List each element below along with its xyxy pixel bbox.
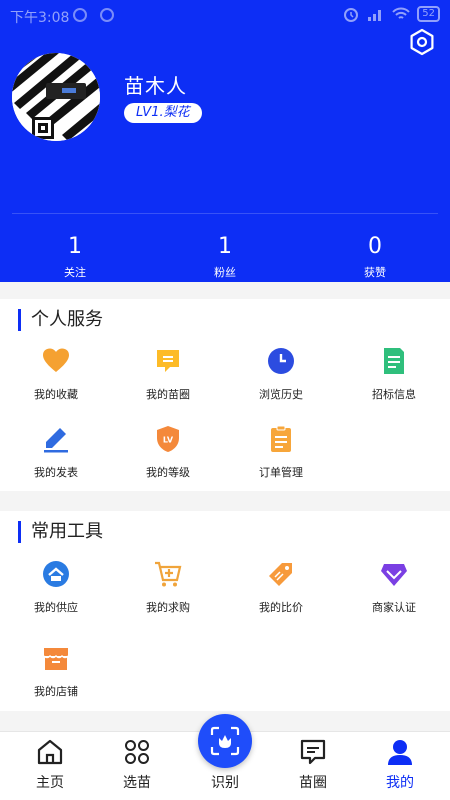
section-title: 常用工具 bbox=[18, 521, 103, 543]
nav-select[interactable]: 选苗 bbox=[92, 738, 182, 792]
grid-item-label: 订单管理 bbox=[259, 466, 303, 479]
nav-mine[interactable]: 我的 bbox=[355, 738, 445, 792]
bottom-navigation: 主页 选苗 识别 苗圈 我的 bbox=[0, 714, 450, 800]
level-badge[interactable]: LV1.梨花 bbox=[124, 103, 202, 123]
scan-flower-icon bbox=[210, 726, 240, 756]
status-time: 下午3:08 bbox=[10, 10, 70, 26]
section-title: 个人服务 bbox=[18, 309, 103, 331]
avatar[interactable] bbox=[12, 53, 100, 141]
stat-likes[interactable]: 0 获赞 bbox=[300, 232, 450, 280]
battery-indicator: 52 bbox=[417, 6, 440, 22]
grid-item-label: 我的求购 bbox=[146, 601, 190, 614]
notification-dot-icon bbox=[73, 8, 87, 22]
personal-services-section: 个人服务 我的收藏 我的苗圈 浏览历史 招标信息 我的发表 LV 我的等级 订单… bbox=[0, 299, 450, 491]
nav-label: 选苗 bbox=[123, 775, 151, 791]
stat-value: 1 bbox=[68, 234, 82, 259]
stats-row: 1 关注 1 粉丝 0 获赞 bbox=[0, 232, 450, 280]
nav-home[interactable]: 主页 bbox=[5, 738, 95, 792]
grid-item-history[interactable]: 浏览历史 bbox=[225, 347, 337, 402]
divider bbox=[12, 213, 438, 214]
grid-item-supply[interactable]: 我的供应 bbox=[0, 560, 112, 615]
notification-dot-icon bbox=[100, 8, 114, 22]
grid-item-purchase[interactable]: 我的求购 bbox=[112, 560, 224, 615]
grid-item-label: 浏览历史 bbox=[259, 388, 303, 401]
wifi-icon bbox=[392, 7, 410, 19]
chat-icon bbox=[300, 739, 326, 765]
clipboard-icon bbox=[271, 425, 291, 452]
status-bar: 下午3:08 52 bbox=[0, 0, 450, 32]
grid-item-label: 我的店铺 bbox=[34, 685, 78, 698]
grid-item-label: 招标信息 bbox=[372, 388, 416, 401]
grid-item-label: 我的比价 bbox=[259, 601, 303, 614]
stat-followers[interactable]: 1 粉丝 bbox=[150, 232, 300, 280]
grid-item-level[interactable]: LV 我的等级 bbox=[112, 425, 224, 480]
diamond-icon bbox=[381, 564, 407, 586]
grid-item-label: 商家认证 bbox=[372, 601, 416, 614]
document-icon bbox=[384, 348, 404, 374]
stat-value: 0 bbox=[368, 234, 382, 259]
pencil-icon bbox=[44, 428, 68, 453]
grid-item-bidding[interactable]: 招标信息 bbox=[338, 347, 450, 402]
cart-icon bbox=[155, 561, 182, 587]
grid-item-posts[interactable]: 我的发表 bbox=[0, 425, 112, 480]
heart-icon bbox=[43, 348, 69, 372]
person-icon bbox=[388, 740, 412, 765]
user-name: 苗木人 bbox=[124, 74, 187, 98]
grid-item-label: 我的供应 bbox=[34, 601, 78, 614]
level-shield-icon: LV bbox=[157, 426, 179, 452]
grid-item-label: 我的发表 bbox=[34, 466, 78, 479]
svg-text:LV: LV bbox=[163, 436, 174, 445]
price-tag-icon bbox=[269, 563, 292, 586]
stat-label: 粉丝 bbox=[214, 266, 236, 279]
stat-following[interactable]: 1 关注 bbox=[0, 232, 150, 280]
home-icon bbox=[37, 739, 63, 765]
store-icon bbox=[43, 648, 69, 670]
grid-item-orders[interactable]: 订单管理 bbox=[225, 425, 337, 480]
message-icon bbox=[157, 350, 179, 372]
stat-label: 获赞 bbox=[364, 266, 386, 279]
category-icon bbox=[125, 740, 149, 764]
status-icons: 52 bbox=[342, 6, 440, 22]
stat-value: 1 bbox=[218, 234, 232, 259]
nav-circle[interactable]: 苗圈 bbox=[268, 738, 358, 792]
nav-label: 主页 bbox=[36, 775, 64, 791]
settings-hexagon-icon[interactable] bbox=[408, 28, 436, 56]
profile-header: 下午3:08 52 苗木人 LV1.梨花 1 关注 1 粉丝 0 获赞 bbox=[0, 0, 450, 282]
tools-section: 常用工具 我的供应 我的求购 我的比价 商家认证 我的店铺 bbox=[0, 511, 450, 711]
grid-item-label: 我的等级 bbox=[146, 466, 190, 479]
signal-icon bbox=[368, 10, 382, 21]
grid-item-merchant-cert[interactable]: 商家认证 bbox=[338, 560, 450, 615]
nav-label: 识别 bbox=[211, 775, 239, 791]
grid-item-compare-price[interactable]: 我的比价 bbox=[225, 560, 337, 615]
nav-label: 苗圈 bbox=[299, 775, 327, 791]
grid-item-label: 我的苗圈 bbox=[146, 388, 190, 401]
alarm-icon bbox=[344, 8, 359, 22]
grid-item-label: 我的收藏 bbox=[34, 388, 78, 401]
clock-icon bbox=[268, 348, 294, 374]
grid-item-favorites[interactable]: 我的收藏 bbox=[0, 347, 112, 402]
supply-icon bbox=[43, 561, 69, 587]
nav-label: 我的 bbox=[386, 775, 414, 791]
stat-label: 关注 bbox=[64, 266, 86, 279]
identify-scan-button[interactable] bbox=[198, 714, 252, 768]
grid-item-store[interactable]: 我的店铺 bbox=[0, 644, 112, 699]
grid-item-my-circle[interactable]: 我的苗圈 bbox=[112, 347, 224, 402]
